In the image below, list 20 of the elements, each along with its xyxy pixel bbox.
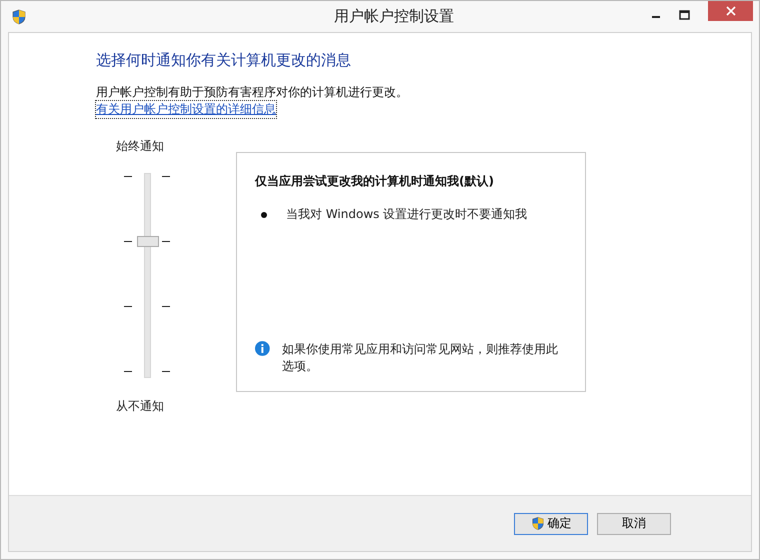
slider-bottom-label: 从不通知 [116, 398, 164, 415]
notify-slider[interactable] [124, 173, 170, 378]
dialog-button[interactable]: 取消 [597, 512, 671, 534]
note-text: 如果你使用常见应用和访问常见网站，则推荐使用此选项。 [282, 341, 559, 375]
level-title: 仅当应用尝试更改我的计算机时通知我(默认) [255, 173, 495, 190]
details-link[interactable]: 有关用户帐户控制设置的详细信息 [96, 101, 276, 118]
bullet-text: 当我对 Windows 设置进行更改时不要通知我 [286, 206, 528, 223]
page-heading: 选择何时通知你有关计算机更改的消息 [96, 51, 351, 70]
window-title: 用户帐户控制设置 [333, 7, 455, 26]
close-button[interactable] [708, 1, 753, 21]
shield-icon [11, 8, 27, 24]
dialog-button[interactable]: 确定 [514, 512, 588, 534]
maximize-icon[interactable] [679, 10, 690, 20]
slider-thumb[interactable] [137, 236, 159, 247]
description-text: 用户帐户控制有助于预防有害程序对你的计算机进行更改。 [96, 84, 408, 101]
info-icon [255, 341, 270, 356]
close-icon [726, 6, 736, 16]
shield-icon [530, 516, 544, 531]
bullet-icon [261, 212, 267, 218]
slider-top-label: 始终通知 [116, 138, 164, 155]
